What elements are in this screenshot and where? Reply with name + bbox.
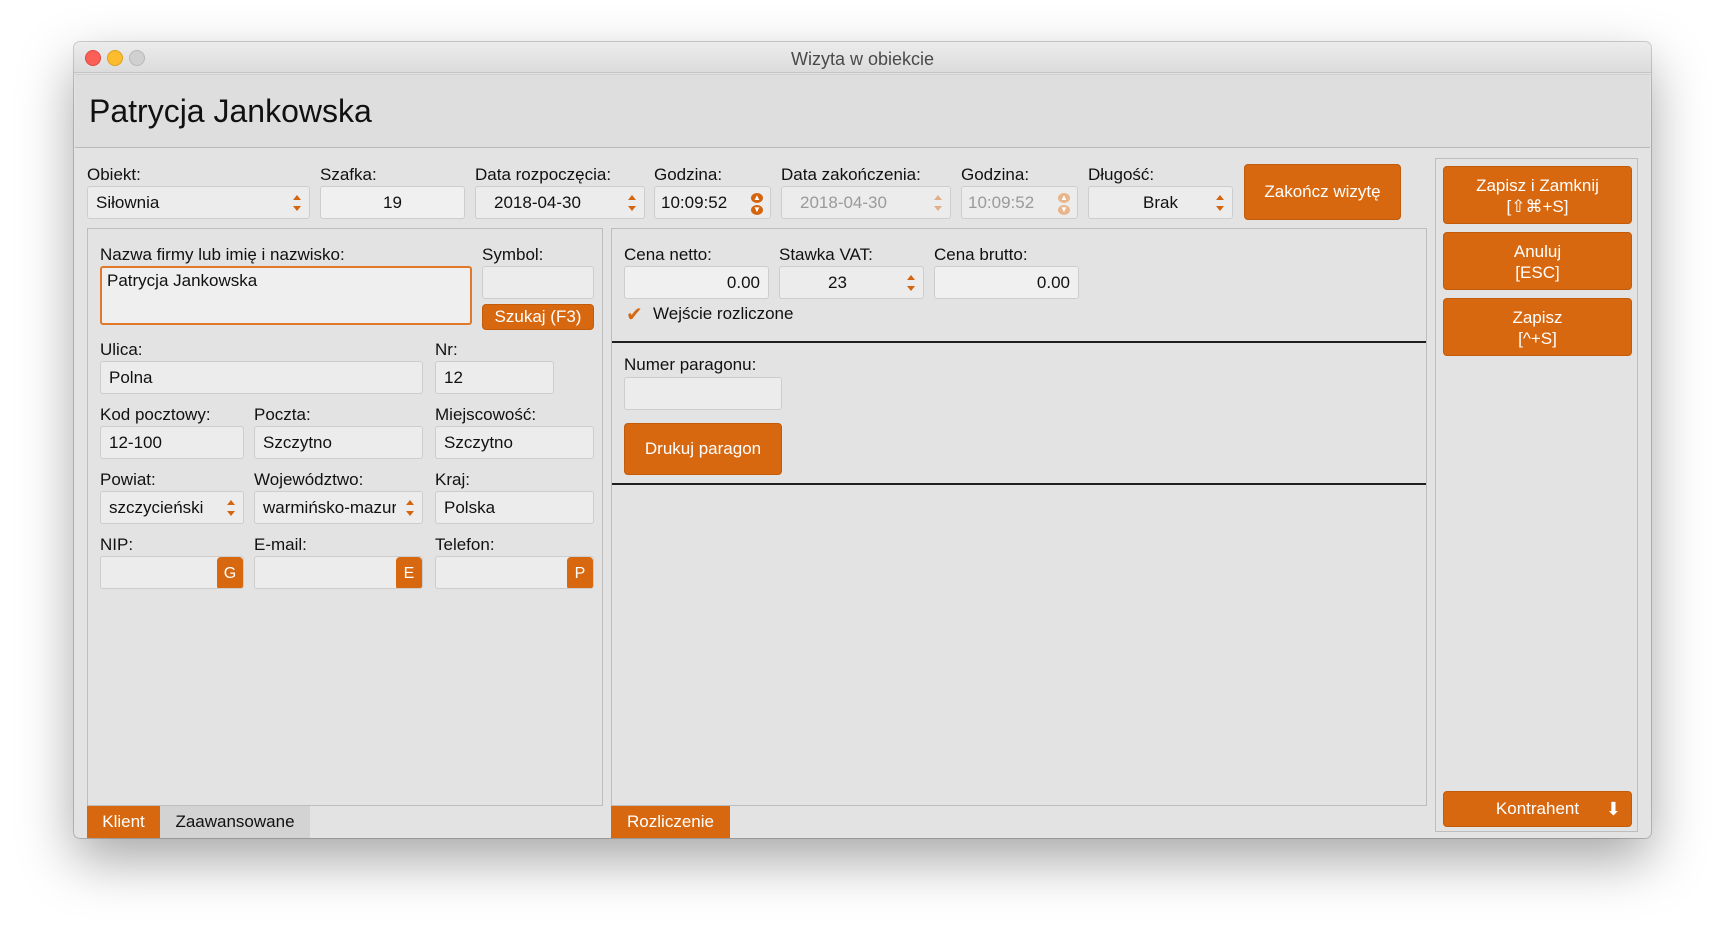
obiekt-value: Siłownia [96,193,160,212]
end-time-label: Godzina: [961,165,1030,184]
phone-call-button[interactable]: P [567,557,593,588]
post-label: Poczta: [254,405,311,424]
end-date-label: Data zakończenia: [781,165,921,184]
length-label: Długość: [1088,165,1155,184]
zip-input[interactable]: 12-100 [100,426,244,459]
actions-panel: Zapisz i Zamknij [⇧⌘+S] Anuluj [ESC] Zap… [1435,158,1638,832]
end-time-input: 10:09:52 ▲ ▼ [961,186,1078,219]
name-textarea[interactable]: Patrycja Jankowska [100,266,472,325]
phone-input[interactable]: P [435,556,594,589]
receipt-number-label: Numer paragonu: [624,355,757,374]
county-label: Powiat: [100,470,156,489]
email-label: E-mail: [254,535,307,554]
title-bar: Wizyta w obiekcie [74,42,1651,73]
country-label: Kraj: [435,470,470,489]
province-label: Województwo: [254,470,364,489]
section-divider [612,483,1426,485]
contractor-label: Kontrahent [1495,799,1580,818]
province-select[interactable]: warmińsko-mazurskie [254,491,423,524]
name-label: Nazwa firmy lub imię i nazwisko: [100,245,345,264]
email-input[interactable]: E [254,556,423,589]
gross-price-input[interactable]: 0.00 [934,266,1079,299]
start-date-label: Data rozpoczęcia: [475,165,612,184]
symbol-input[interactable] [482,266,594,299]
phone-label: Telefon: [435,535,495,554]
symbol-label: Symbol: [482,245,544,264]
length-select[interactable]: Brak [1088,186,1233,219]
street-input[interactable]: Polna [100,361,423,394]
nr-input[interactable]: 12 [435,361,554,394]
nip-input[interactable]: G [100,556,244,589]
tab-klient[interactable]: Klient [87,806,160,838]
nip-label: NIP: [100,535,134,554]
stepper-arrows-icon [934,195,942,211]
search-button[interactable]: Szukaj (F3) [482,304,594,330]
contractor-button[interactable]: Kontrahent ⬇ [1443,791,1632,827]
cancel-shortcut: [ESC] [1515,263,1560,282]
end-date-input: 2018-04-30 [781,186,951,219]
tab-rozliczenie[interactable]: Rozliczenie [611,806,730,838]
section-divider [612,341,1426,343]
end-date-value: 2018-04-30 [800,193,887,212]
finish-visit-button[interactable]: Zakończ wizytę [1244,164,1401,220]
net-price-input[interactable]: 0.00 [624,266,769,299]
city-label: Miejscowość: [435,405,537,424]
cancel-button[interactable]: Anuluj [ESC] [1443,232,1632,290]
save-close-shortcut: [⇧⌘+S] [1506,197,1569,216]
county-select[interactable]: szczycieński [100,491,244,524]
cancel-label: Anuluj [1513,242,1562,261]
save-button[interactable]: Zapisz [^+S] [1443,298,1632,356]
save-close-button[interactable]: Zapisz i Zamknij [⇧⌘+S] [1443,166,1632,224]
stepper-arrows-icon[interactable] [628,195,636,211]
header-bar: Patrycja Jankowska [75,74,1650,148]
arrow-down-icon: ⬇ [1605,799,1621,819]
county-value: szczycieński [109,498,204,517]
email-send-button[interactable]: E [396,557,422,588]
save-label: Zapisz [1512,308,1563,327]
app-window: Wizyta w obiekcie Patrycja Jankowska Obi… [74,42,1651,838]
start-date-value: 2018-04-30 [494,193,581,212]
time-stepper-icon[interactable]: ▲ ▼ [751,193,763,215]
nip-lookup-button[interactable]: G [217,557,243,588]
start-time-label: Godzina: [654,165,723,184]
print-receipt-button[interactable]: Drukuj paragon [624,423,782,475]
net-price-label: Cena netto: [624,245,712,264]
window-title: Wizyta w obiekcie [790,49,935,69]
billing-panel: Cena netto: 0.00 Stawka VAT: 23 Cena bru… [611,228,1427,806]
length-value: Brak [1143,193,1178,212]
obiekt-label: Obiekt: [87,165,141,184]
receipt-number-input[interactable] [624,377,782,410]
post-input[interactable]: Szczytno [254,426,423,459]
checkmark-icon[interactable]: ✔ [626,305,646,325]
save-close-label: Zapisz i Zamknij [1476,176,1599,195]
vat-rate-label: Stawka VAT: [779,245,873,264]
select-arrows-icon [406,500,414,516]
tab-zaawansowane[interactable]: Zaawansowane [160,806,310,838]
city-input[interactable]: Szczytno [435,426,594,459]
vat-rate-value: 23 [828,273,847,292]
select-arrows-icon [227,500,235,516]
obiekt-select[interactable]: Siłownia [87,186,310,219]
start-time-value: 10:09:52 [661,193,728,212]
province-value: warmińsko-mazurskie [263,498,396,517]
nr-label: Nr: [435,340,458,359]
select-arrows-icon [1216,195,1224,211]
client-panel: Nazwa firmy lub imię i nazwisko: Patrycj… [87,228,603,806]
settled-checkbox-label[interactable]: Wejście rozliczone [653,304,793,324]
select-arrows-icon [907,275,915,291]
time-stepper-icon: ▲ ▼ [1058,193,1070,215]
start-date-input[interactable]: 2018-04-30 [475,186,645,219]
street-label: Ulica: [100,340,143,359]
szafka-input[interactable]: 19 [320,186,465,219]
save-shortcut: [^+S] [1518,329,1557,348]
country-input[interactable]: Polska [435,491,594,524]
select-arrows-icon [293,195,301,211]
vat-rate-select[interactable]: 23 [779,266,924,299]
zip-label: Kod pocztowy: [100,405,211,424]
szafka-label: Szafka: [320,165,377,184]
client-name-heading: Patrycja Jankowska [89,93,372,129]
gross-price-label: Cena brutto: [934,245,1028,264]
end-time-value: 10:09:52 [968,193,1035,212]
start-time-input[interactable]: 10:09:52 ▲ ▼ [654,186,771,219]
